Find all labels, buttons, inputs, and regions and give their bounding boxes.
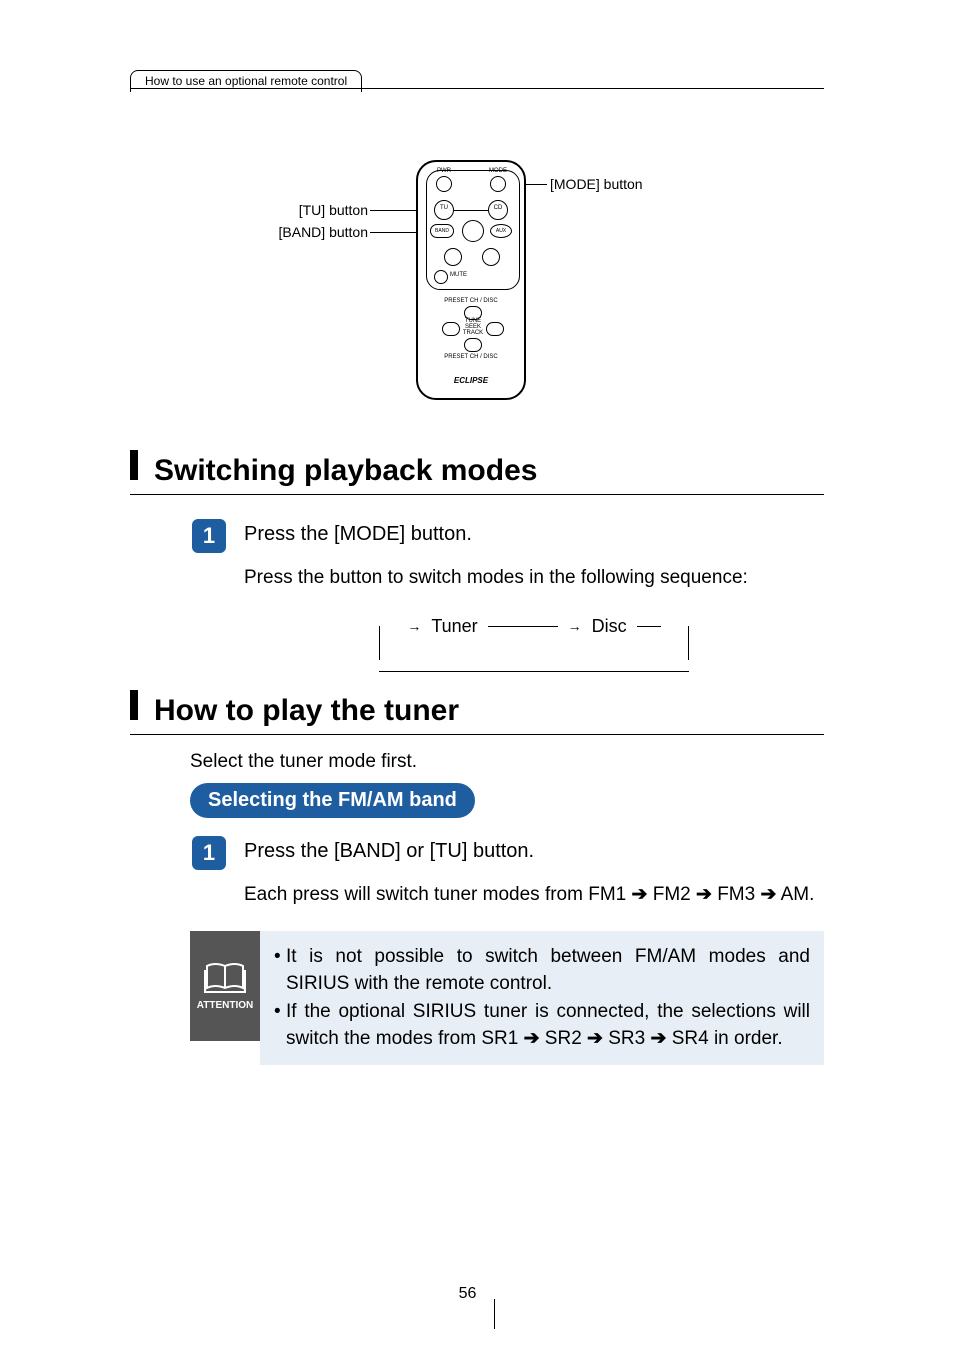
attention-label: ATTENTION [197,1000,253,1011]
attention-icon: ATTENTION [190,931,260,1041]
attention-body: • It is not possible to switch between F… [260,931,824,1065]
step-title: Press the [BAND] or [TU] button. [244,840,818,863]
subheading-pill: Selecting the FM/AM band [190,783,475,818]
header-rule [130,88,824,89]
loop-node: Tuner [431,616,477,637]
section-switching-modes: Switching playback modes 1 Press the [MO… [130,450,824,672]
step-number: 1 [192,836,226,870]
step-text: Press the button to switch modes in the … [244,564,824,592]
preset-text: PRESET CH / DISC [418,298,524,304]
cd-text: CD [489,205,507,211]
book-icon [203,960,247,994]
aux-text: AUX [490,224,512,238]
preset-text-2: PRESET CH / DISC [418,354,524,360]
mode-text: MODE [486,168,510,174]
attention-bullet: It is not possible to switch between FM/… [286,943,810,998]
brand-text: ECLIPSE [418,376,524,385]
attention-block: ATTENTION • It is not possible to switch… [130,931,824,1065]
step-text: Each press will switch tuner modes from … [244,881,818,909]
remote-figure: [MODE] button [TU] button [BAND] button … [0,160,954,420]
section-how-to-play-tuner: How to play the tuner Select the tuner m… [130,690,824,1065]
section-marker [130,450,138,480]
section-title: Switching playback modes [154,454,537,488]
band-label: [BAND] button [168,224,368,240]
pwr-text: PWR [432,168,456,174]
mode-label: [MODE] button [550,176,643,192]
section-title: How to play the tuner [154,694,459,728]
page-number: 56 [0,1279,954,1309]
section-intro: Select the tuner mode first. [190,751,824,773]
loop-node: Disc [592,616,627,637]
tu-text: TU [435,205,453,211]
attention-bullet: If the optional SIRIUS tuner is connecte… [286,998,810,1053]
tst-text: TUNE SEEK TRACK [462,318,484,336]
mute-text: MUTE [450,272,467,278]
section-marker [130,690,138,720]
mode-loop-diagram: → Tuner → Disc [379,616,689,672]
step-title: Press the [MODE] button. [244,523,824,546]
step-number: 1 [192,519,226,553]
band-text: BAND [430,224,454,238]
tu-label: [TU] button [168,202,368,218]
remote-control-illustration: PWR MODE TU CD BAND AUX MUTE PRESET CH /… [416,160,526,400]
